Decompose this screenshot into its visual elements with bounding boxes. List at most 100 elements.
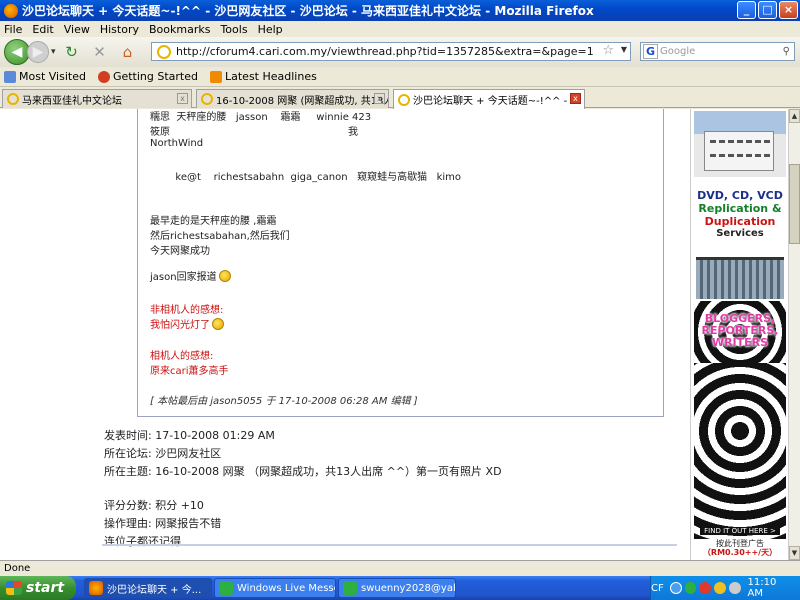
tab-favicon [201, 93, 213, 105]
post-line: 非相机人的感想: [150, 305, 224, 316]
start-button[interactable]: start [0, 576, 76, 600]
search-box[interactable]: G Google ⚲ [640, 42, 795, 61]
rating-comment: 连位子都还记得 [104, 535, 181, 548]
firefox-icon [89, 581, 103, 595]
firefox-window: 沙巴论坛聊天 + 今天话题~-!^^ - 沙巴网友社区 - 沙巴论坛 - 马来西… [0, 0, 800, 576]
search-engine-icon[interactable]: G [643, 44, 659, 59]
post-topic: 所在主题: 16-10-2008 网聚 （网聚超成功，共13人出席 ^^）第一页… [104, 465, 502, 478]
antivirus-icon[interactable] [699, 582, 712, 594]
tab-meetup-thread[interactable]: 16-10-2008 网聚 (网聚超成功, 共13人... x [196, 89, 389, 108]
rating-score: 评分分数: 积分 +10 [104, 499, 204, 512]
rss-icon [210, 70, 222, 83]
menu-tools[interactable]: Tools [220, 23, 247, 36]
post-line: 最早走的是天秤座的腰 ,霜霜 [150, 216, 277, 227]
bookmark-latest-headlines[interactable]: Latest Headlines [210, 70, 317, 83]
network-icon[interactable] [714, 582, 726, 594]
post-column: 糯思 天秤座的腰 jasson 霜霜 winnie 423 筱原 我 North… [90, 109, 688, 560]
close-button[interactable]: × [779, 1, 798, 19]
post-line: 筱原 我 [150, 127, 359, 138]
post-line: 原来cari蕭多高手 [150, 366, 229, 377]
vertical-scrollbar[interactable]: ▲ ▼ [788, 109, 800, 560]
system-tray: CF 11:10 AM [650, 576, 800, 600]
taskbar: start 沙巴论坛聊天 + 今... Windows Live Messen.… [0, 576, 800, 600]
firefox-icon [4, 3, 18, 18]
url-text[interactable]: http://cforum4.cari.com.my/viewthread.ph… [176, 45, 594, 58]
scroll-up-button[interactable]: ▲ [789, 109, 800, 123]
taskbar-firefox[interactable]: 沙巴论坛聊天 + 今... [84, 578, 212, 598]
edit-notice: [ 本帖最后由 jason5055 于 17-10-2008 06:28 AM … [150, 396, 418, 407]
stop-icon[interactable]: ✕ [89, 41, 111, 63]
navigation-toolbar: ◀ ▶ ▾ ↻ ✕ ⌂ http://cforum4.cari.com.my/v… [0, 37, 800, 67]
divider [102, 544, 677, 546]
taskbar-chat-window[interactable]: swuenny2028@yaho... [338, 578, 456, 598]
maximize-button[interactable]: □ [758, 1, 777, 19]
tab-close-icon[interactable]: x [177, 93, 188, 104]
tab-close-icon[interactable]: x [374, 93, 385, 104]
clock: 11:10 AM [747, 577, 777, 599]
status-bar: Done [0, 560, 800, 576]
bookmark-most-visited[interactable]: Most Visited [4, 70, 86, 83]
menu-bar: File Edit View History Bookmarks Tools H… [0, 21, 800, 37]
tab-favicon [7, 93, 19, 105]
post-line: ke@t richestsabahn giga_canon 窥窥蛙与高歇猫 ki… [150, 172, 462, 183]
language-indicator[interactable]: CF [651, 583, 664, 594]
messenger-tray-icon[interactable] [684, 582, 697, 594]
bookmark-star-icon[interactable]: ☆ [602, 43, 614, 58]
bookmark-getting-started[interactable]: Getting Started [97, 70, 198, 83]
minimize-button[interactable]: _ [737, 1, 756, 19]
history-dropdown-icon[interactable]: ▾ [51, 47, 56, 57]
folder-icon [4, 70, 16, 83]
post-line: NorthWind [150, 138, 204, 149]
menu-help[interactable]: Help [258, 23, 283, 36]
help-icon[interactable] [669, 582, 682, 594]
page-content: 糯思 天秤座的腰 jasson 霜霜 winnie 423 筱原 我 North… [0, 109, 800, 560]
status-text: Done [4, 563, 31, 574]
rating-reason: 操作理由: 网聚报告不错 [104, 517, 222, 530]
menu-view[interactable]: View [64, 23, 90, 36]
smiley-icon [218, 270, 231, 282]
smiley-icon [212, 318, 224, 330]
building-ad[interactable] [694, 111, 786, 177]
post-line: 相机人的感想: [150, 351, 214, 362]
menu-file[interactable]: File [4, 23, 22, 36]
forward-button[interactable]: ▶ [27, 41, 49, 63]
post-body: 糯思 天秤座的腰 jasson 霜霜 winnie 423 筱原 我 North… [137, 109, 664, 417]
menu-edit[interactable]: Edit [32, 23, 53, 36]
post-line: jason回家报道 [150, 272, 217, 283]
home-icon[interactable]: ⌂ [117, 41, 139, 63]
advertise-link[interactable]: 按此刊登广告 （RM0.30++/天） [694, 539, 786, 557]
tab-bar: 马来西亚佳礼中文论坛 x 16-10-2008 网聚 (网聚超成功, 共13人.… [0, 88, 800, 109]
window-title: 沙巴论坛聊天 + 今天话题~-!^^ - 沙巴网友社区 - 沙巴论坛 - 马来西… [22, 4, 594, 18]
bookmarks-toolbar: Most Visited Getting Started Latest Head… [0, 67, 800, 87]
tab-cari-home[interactable]: 马来西亚佳礼中文论坛 x [2, 89, 192, 108]
post-line: 然后richestsabahan,然后我们 [150, 231, 290, 242]
address-bar[interactable]: http://cforum4.cari.com.my/viewthread.ph… [151, 42, 631, 61]
site-identity-icon[interactable] [157, 44, 171, 59]
bloggers-ad[interactable]: BLOGGERS, REPORTERS, WRITERS FIND IT OUT… [694, 301, 786, 557]
search-input[interactable]: Google [660, 46, 695, 57]
taskbar-messenger[interactable]: Windows Live Messen... [214, 578, 336, 598]
windows-logo-icon [6, 581, 22, 595]
firefox-bookmark-icon [97, 70, 110, 83]
dvd-replication-ad[interactable]: DVD, CD, VCD Replication & Duplication S… [694, 181, 786, 299]
tab-sabah-chat[interactable]: 沙巴论坛聊天 + 今天话题~-!^^ - ... x [393, 89, 585, 109]
post-line: 糯思 天秤座的腰 jasson 霜霜 winnie 423 [150, 112, 372, 123]
ad-sidebar: DVD, CD, VCD Replication & Duplication S… [690, 109, 788, 560]
tab-favicon [398, 93, 410, 106]
volume-icon[interactable] [728, 582, 741, 594]
title-bar[interactable]: 沙巴论坛聊天 + 今天话题~-!^^ - 沙巴网友社区 - 沙巴论坛 - 马来西… [0, 0, 800, 21]
post-line: 今天网聚成功 [150, 246, 210, 257]
messenger-icon [219, 581, 233, 595]
url-dropdown-icon[interactable]: ▼ [621, 45, 627, 54]
reload-icon[interactable]: ↻ [61, 41, 83, 63]
search-icon[interactable]: ⚲ [783, 46, 790, 57]
menu-bookmarks[interactable]: Bookmarks [149, 23, 210, 36]
tab-close-icon[interactable]: x [570, 93, 581, 104]
menu-history[interactable]: History [100, 23, 139, 36]
scroll-down-button[interactable]: ▼ [789, 546, 800, 560]
scroll-thumb[interactable] [789, 164, 800, 244]
messenger-icon [343, 581, 357, 595]
post-line: 我怕闪光灯了 [150, 320, 210, 331]
post-forum: 所在论坛: 沙巴网友社区 [104, 447, 222, 460]
disc-stack-image [696, 257, 784, 299]
